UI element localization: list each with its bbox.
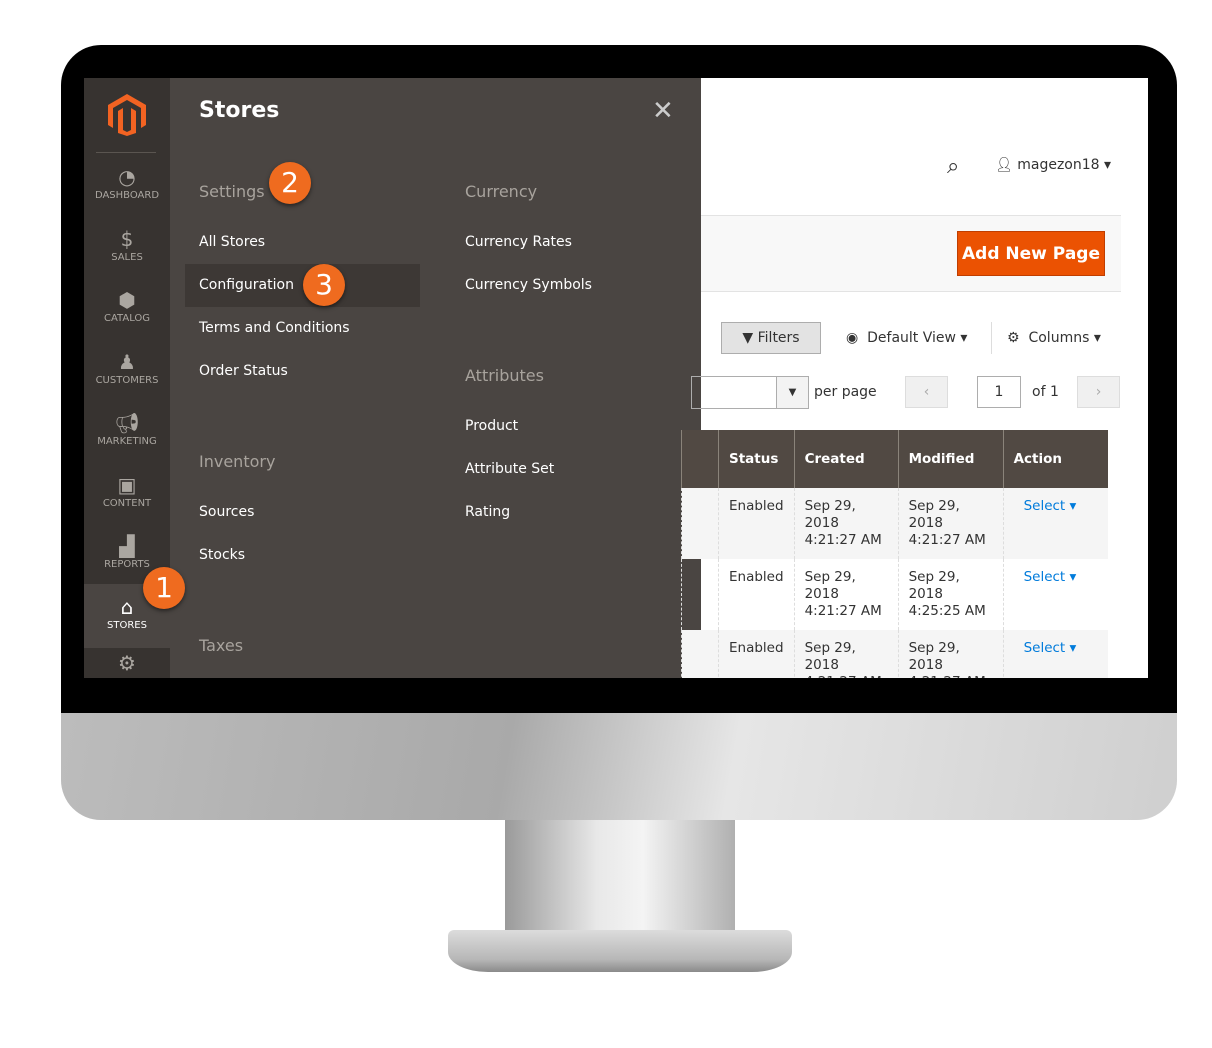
menu-item-rating[interactable]: Rating xyxy=(465,504,510,520)
menu-item-all-stores[interactable]: All Stores xyxy=(199,234,265,250)
sidebar-item-dashboard[interactable]: ◔ DASHBOARD xyxy=(84,164,170,226)
menu-item-currency-rates[interactable]: Currency Rates xyxy=(465,234,572,250)
caret-down-icon: ▾ xyxy=(1069,640,1077,656)
sidebar-item-content[interactable]: ▣ CONTENT xyxy=(84,472,170,534)
person-icon: ♟ xyxy=(118,350,136,374)
monitor-base xyxy=(448,930,792,972)
caret-down-icon: ▾ xyxy=(1069,569,1077,585)
page-count: of 1 xyxy=(1032,384,1059,400)
close-icon[interactable]: ✕ xyxy=(652,96,674,126)
box-icon: ⬢ xyxy=(118,288,136,312)
group-attributes: Attributes xyxy=(465,366,544,385)
dashboard-icon: ◔ xyxy=(118,165,136,189)
pages-grid: Status Created Modified Action Enabled Sep 2… xyxy=(681,430,1109,678)
table-header: Status Created Modified Action xyxy=(681,430,1109,488)
menu-item-stocks[interactable]: Stocks xyxy=(199,547,245,563)
main-content: ⌕ 👤︎ magezon18 ▾ Add New Page ▼ Filters … xyxy=(681,78,1148,678)
columns-dropdown[interactable]: ⚙ Columns ▾ xyxy=(1007,330,1101,346)
column-status[interactable]: Status xyxy=(718,430,795,488)
step-badge-3: 3 xyxy=(303,264,345,306)
step-badge-2: 2 xyxy=(269,162,311,204)
menu-item-attribute-set[interactable]: Attribute Set xyxy=(465,461,554,477)
divider xyxy=(991,322,992,354)
megaphone-icon: 📢︎ xyxy=(114,411,140,435)
next-page-button[interactable]: › xyxy=(1077,376,1120,408)
column-created[interactable]: Created xyxy=(793,430,899,488)
eye-icon: ◉ xyxy=(846,330,863,346)
menu-item-configuration[interactable]: Configuration xyxy=(199,277,294,293)
screen: ◔ DASHBOARD $ SALES ⬢ CATALOG ♟ CUSTOMERS 📢︎… xyxy=(84,78,1148,678)
sidebar-item-sales[interactable]: $ SALES xyxy=(84,226,170,288)
sidebar-item-catalog[interactable]: ⬢ CATALOG xyxy=(84,287,170,349)
table-row: EnabledSep 29, 2018 4:21:27 AMSep 29, 20… xyxy=(681,488,1109,559)
group-currency: Currency xyxy=(465,182,538,201)
page-input[interactable]: 1 xyxy=(977,376,1021,408)
gear-icon: ⚙ xyxy=(1007,330,1025,346)
menu-item-product[interactable]: Product xyxy=(465,418,518,434)
monitor-chin xyxy=(61,713,1177,820)
select-action[interactable]: Select xyxy=(1024,498,1066,514)
search-icon[interactable]: ⌕ xyxy=(947,154,959,179)
per-page-select[interactable]: ▼ xyxy=(691,376,809,409)
bar-chart-icon: ▟ xyxy=(119,534,135,558)
menu-item-terms[interactable]: Terms and Conditions xyxy=(199,320,350,336)
magento-logo-icon xyxy=(108,94,146,136)
user-icon: 👤︎ xyxy=(995,157,1018,173)
step-badge-1: 1 xyxy=(143,567,185,609)
select-action[interactable]: Select xyxy=(1024,640,1066,656)
table-row: EnabledSep 29, 2018 4:21:27 AMSep 29, 20… xyxy=(681,559,1109,630)
sidebar-item-customers[interactable]: ♟ CUSTOMERS xyxy=(84,349,170,411)
filters-button[interactable]: ▼ Filters xyxy=(721,322,821,354)
select-action[interactable]: Select xyxy=(1024,569,1066,585)
user-menu[interactable]: 👤︎ magezon18 ▾ xyxy=(995,157,1111,173)
gear-icon: ⚙ xyxy=(118,651,136,675)
sidebar-item-system[interactable]: ⚙ xyxy=(84,650,170,678)
group-inventory: Inventory xyxy=(199,452,276,471)
group-taxes: Taxes xyxy=(199,636,244,655)
add-new-page-button[interactable]: Add New Page xyxy=(957,231,1105,276)
divider xyxy=(96,152,156,153)
per-page-label: per page xyxy=(814,384,877,400)
layout-icon: ▣ xyxy=(117,473,137,497)
menu-item-sources[interactable]: Sources xyxy=(199,504,254,520)
default-view-dropdown[interactable]: ◉ Default View ▾ xyxy=(846,330,967,346)
column-modified[interactable]: Modified xyxy=(897,430,1004,488)
caret-down-icon: ▾ xyxy=(1069,498,1077,514)
group-settings: Settings xyxy=(199,182,265,201)
panel-title: Stores xyxy=(199,98,280,123)
sidebar-item-marketing[interactable]: 📢︎ MARKETING xyxy=(84,410,170,472)
stores-menu-panel: Stores ✕ Settings All Stores Configurati… xyxy=(170,78,701,678)
prev-page-button[interactable]: ‹ xyxy=(905,376,948,408)
menu-item-order-status[interactable]: Order Status xyxy=(199,363,288,379)
table-row: EnabledSep 29, 2018 4:21:27 AMSep 29, 20… xyxy=(681,630,1109,678)
dollar-icon: $ xyxy=(120,227,134,251)
menu-item-currency-symbols[interactable]: Currency Symbols xyxy=(465,277,592,293)
chevron-down-icon: ▼ xyxy=(776,377,808,408)
column-action: Action xyxy=(1002,430,1109,488)
